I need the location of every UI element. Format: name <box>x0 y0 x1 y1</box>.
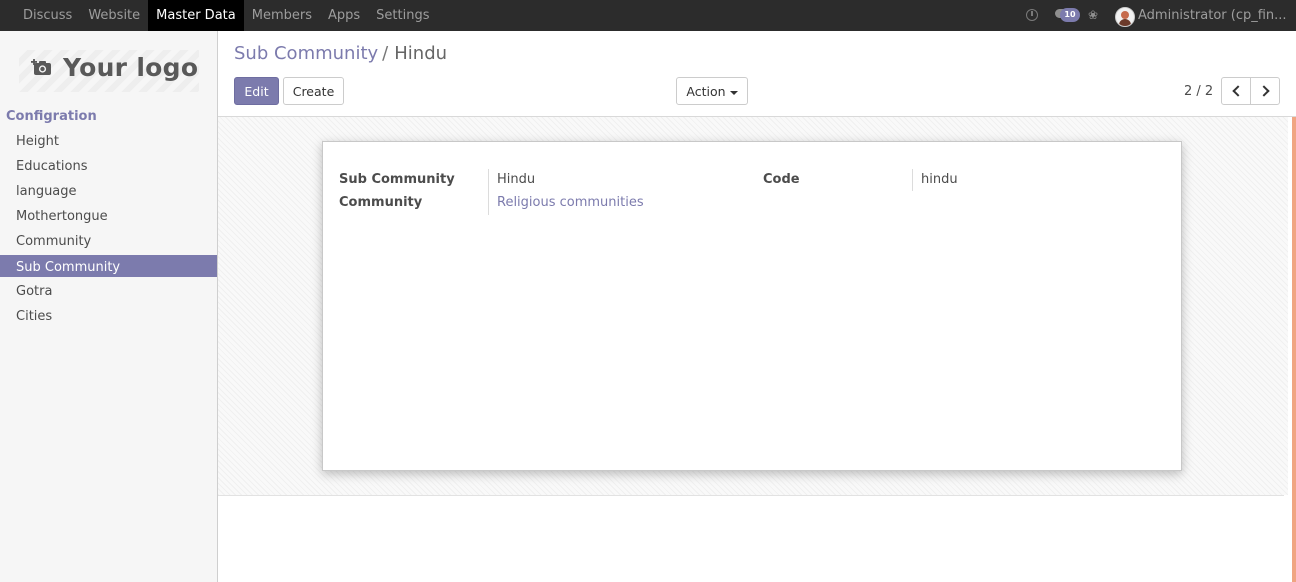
code-value: hindu <box>921 172 958 187</box>
user-avatar[interactable] <box>1115 7 1135 27</box>
community-label: Community <box>339 195 423 210</box>
menu-apps[interactable]: Apps <box>320 0 368 31</box>
breadcrumb-current: Hindu <box>394 43 448 64</box>
activity-clock-icon[interactable] <box>1026 9 1038 21</box>
pager-value[interactable]: 2 / 2 <box>1184 84 1213 99</box>
pager-next-button[interactable] <box>1250 77 1280 105</box>
sidebar-item-mothertongue[interactable]: Mothertongue <box>0 204 217 229</box>
action-dropdown-button[interactable]: Action <box>676 77 748 105</box>
scrollbar-accent[interactable] <box>1292 117 1296 582</box>
debug-bug-icon[interactable]: ❀ <box>1088 9 1098 21</box>
user-menu[interactable]: Administrator (cp_fin... <box>1138 0 1296 32</box>
field-separator <box>488 169 489 215</box>
pager-previous-button[interactable] <box>1221 77 1251 105</box>
caret-down-icon <box>729 90 738 95</box>
sidebar-item-sub-community[interactable]: Sub Community <box>0 255 217 277</box>
code-label: Code <box>763 172 800 187</box>
menu-settings[interactable]: Settings <box>368 0 437 31</box>
sidebar-item-cities[interactable]: Cities <box>0 304 217 329</box>
create-button[interactable]: Create <box>283 77 344 105</box>
breadcrumb-separator: / <box>382 43 389 64</box>
sidebar-item-height[interactable]: Height <box>0 129 217 154</box>
sidebar-item-gotra[interactable]: Gotra <box>0 279 217 304</box>
chat-count-badge[interactable]: 10 <box>1060 8 1080 22</box>
breadcrumb-parent[interactable]: Sub Community <box>234 43 378 64</box>
camera-plus-icon <box>31 59 51 75</box>
sidebar: Your logo Configration Height Educations… <box>0 31 218 582</box>
logo-text: Your logo <box>63 53 199 82</box>
edit-button[interactable]: Edit <box>234 77 279 105</box>
chevron-right-icon <box>1258 85 1270 97</box>
menu-website[interactable]: Website <box>80 0 148 31</box>
menu-members[interactable]: Members <box>244 0 320 31</box>
field-separator <box>912 169 913 191</box>
breadcrumb: Sub Community / Hindu <box>234 43 447 64</box>
form-bottom-divider <box>218 495 1284 496</box>
top-navbar: Discuss Website Master Data Members Apps… <box>0 0 1296 31</box>
form-sheet: Sub Community Hindu Community Religious … <box>322 141 1182 471</box>
sidebar-item-language[interactable]: language <box>0 179 217 204</box>
community-link[interactable]: Religious communities <box>497 195 644 210</box>
sidebar-section-title: Configration <box>6 109 97 124</box>
chevron-left-icon <box>1232 85 1244 97</box>
action-label: Action <box>686 84 726 99</box>
menu-master-data[interactable]: Master Data <box>148 0 244 31</box>
main-menu: Discuss Website Master Data Members Apps… <box>0 0 437 31</box>
sub-community-value: Hindu <box>497 172 536 187</box>
sidebar-menu: Height Educations language Mothertongue … <box>0 129 217 329</box>
sidebar-item-community[interactable]: Community <box>0 229 217 254</box>
sub-community-label: Sub Community <box>339 172 455 187</box>
menu-discuss[interactable]: Discuss <box>15 0 80 31</box>
sidebar-item-educations[interactable]: Educations <box>0 154 217 179</box>
company-logo[interactable]: Your logo <box>19 50 199 92</box>
